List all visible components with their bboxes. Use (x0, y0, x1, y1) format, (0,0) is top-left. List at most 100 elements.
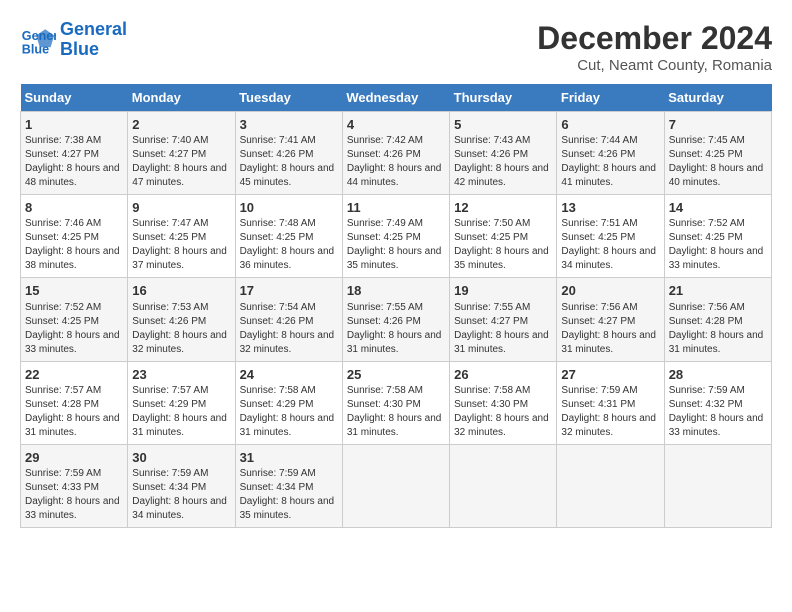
calendar-table: SundayMondayTuesdayWednesdayThursdayFrid… (20, 84, 772, 528)
day-number: 19 (454, 282, 552, 300)
calendar-day-cell: 11Sunrise: 7:49 AMSunset: 4:25 PMDayligh… (342, 195, 449, 278)
calendar-day-cell: 21Sunrise: 7:56 AMSunset: 4:28 PMDayligh… (664, 278, 771, 361)
calendar-day-cell: 23Sunrise: 7:57 AMSunset: 4:29 PMDayligh… (128, 361, 235, 444)
calendar-day-cell: 17Sunrise: 7:54 AMSunset: 4:26 PMDayligh… (235, 278, 342, 361)
calendar-day-cell: 1Sunrise: 7:38 AMSunset: 4:27 PMDaylight… (21, 112, 128, 195)
day-number: 24 (240, 366, 338, 384)
day-number: 21 (669, 282, 767, 300)
day-info: Sunrise: 7:57 AMSunset: 4:28 PMDaylight:… (25, 384, 123, 440)
day-number: 1 (25, 116, 123, 134)
calendar-day-cell: 6Sunrise: 7:44 AMSunset: 4:26 PMDaylight… (557, 112, 664, 195)
day-info: Sunrise: 7:58 AMSunset: 4:29 PMDaylight:… (240, 384, 338, 440)
day-number: 16 (132, 282, 230, 300)
day-info: Sunrise: 7:51 AMSunset: 4:25 PMDaylight:… (561, 217, 659, 273)
logo: General Blue General Blue (20, 20, 127, 60)
day-info: Sunrise: 7:52 AMSunset: 4:25 PMDaylight:… (25, 301, 123, 357)
calendar-day-cell: 20Sunrise: 7:56 AMSunset: 4:27 PMDayligh… (557, 278, 664, 361)
calendar-day-cell: 26Sunrise: 7:58 AMSunset: 4:30 PMDayligh… (450, 361, 557, 444)
calendar-day-header: Thursday (450, 84, 557, 112)
calendar-day-cell: 22Sunrise: 7:57 AMSunset: 4:28 PMDayligh… (21, 361, 128, 444)
calendar-day-cell: 15Sunrise: 7:52 AMSunset: 4:25 PMDayligh… (21, 278, 128, 361)
day-info: Sunrise: 7:59 AMSunset: 4:31 PMDaylight:… (561, 384, 659, 440)
day-number: 4 (347, 116, 445, 134)
calendar-day-cell: 16Sunrise: 7:53 AMSunset: 4:26 PMDayligh… (128, 278, 235, 361)
calendar-day-cell: 12Sunrise: 7:50 AMSunset: 4:25 PMDayligh… (450, 195, 557, 278)
calendar-day-header: Monday (128, 84, 235, 112)
day-info: Sunrise: 7:42 AMSunset: 4:26 PMDaylight:… (347, 134, 445, 190)
month-title: December 2024 (537, 20, 772, 57)
calendar-day-cell: 18Sunrise: 7:55 AMSunset: 4:26 PMDayligh… (342, 278, 449, 361)
day-number: 15 (25, 282, 123, 300)
day-info: Sunrise: 7:52 AMSunset: 4:25 PMDaylight:… (669, 217, 767, 273)
day-info: Sunrise: 7:44 AMSunset: 4:26 PMDaylight:… (561, 134, 659, 190)
calendar-day-cell: 13Sunrise: 7:51 AMSunset: 4:25 PMDayligh… (557, 195, 664, 278)
day-info: Sunrise: 7:59 AMSunset: 4:34 PMDaylight:… (240, 467, 338, 523)
day-number: 25 (347, 366, 445, 384)
calendar-day-header: Sunday (21, 84, 128, 112)
day-number: 22 (25, 366, 123, 384)
day-number: 28 (669, 366, 767, 384)
calendar-day-cell: 31Sunrise: 7:59 AMSunset: 4:34 PMDayligh… (235, 444, 342, 527)
day-info: Sunrise: 7:59 AMSunset: 4:34 PMDaylight:… (132, 467, 230, 523)
day-info: Sunrise: 7:40 AMSunset: 4:27 PMDaylight:… (132, 134, 230, 190)
day-number: 20 (561, 282, 659, 300)
day-info: Sunrise: 7:58 AMSunset: 4:30 PMDaylight:… (347, 384, 445, 440)
day-info: Sunrise: 7:45 AMSunset: 4:25 PMDaylight:… (669, 134, 767, 190)
calendar-week-row: 8Sunrise: 7:46 AMSunset: 4:25 PMDaylight… (21, 195, 772, 278)
day-number: 27 (561, 366, 659, 384)
day-info: Sunrise: 7:59 AMSunset: 4:33 PMDaylight:… (25, 467, 123, 523)
calendar-day-cell: 10Sunrise: 7:48 AMSunset: 4:25 PMDayligh… (235, 195, 342, 278)
calendar-day-cell: 8Sunrise: 7:46 AMSunset: 4:25 PMDaylight… (21, 195, 128, 278)
day-number: 30 (132, 449, 230, 467)
calendar-day-cell: 25Sunrise: 7:58 AMSunset: 4:30 PMDayligh… (342, 361, 449, 444)
day-number: 6 (561, 116, 659, 134)
calendar-day-cell: 14Sunrise: 7:52 AMSunset: 4:25 PMDayligh… (664, 195, 771, 278)
location-subtitle: Cut, Neamt County, Romania (537, 57, 772, 74)
calendar-day-cell: 2Sunrise: 7:40 AMSunset: 4:27 PMDaylight… (128, 112, 235, 195)
calendar-day-cell: 27Sunrise: 7:59 AMSunset: 4:31 PMDayligh… (557, 361, 664, 444)
day-number: 18 (347, 282, 445, 300)
day-info: Sunrise: 7:55 AMSunset: 4:26 PMDaylight:… (347, 301, 445, 357)
calendar-day-header: Friday (557, 84, 664, 112)
day-number: 5 (454, 116, 552, 134)
day-info: Sunrise: 7:53 AMSunset: 4:26 PMDaylight:… (132, 301, 230, 357)
calendar-day-cell: 5Sunrise: 7:43 AMSunset: 4:26 PMDaylight… (450, 112, 557, 195)
day-info: Sunrise: 7:55 AMSunset: 4:27 PMDaylight:… (454, 301, 552, 357)
calendar-day-cell (450, 444, 557, 527)
day-number: 12 (454, 199, 552, 217)
day-number: 23 (132, 366, 230, 384)
calendar-day-cell (557, 444, 664, 527)
calendar-day-cell: 19Sunrise: 7:55 AMSunset: 4:27 PMDayligh… (450, 278, 557, 361)
day-info: Sunrise: 7:57 AMSunset: 4:29 PMDaylight:… (132, 384, 230, 440)
day-number: 9 (132, 199, 230, 217)
title-section: December 2024 Cut, Neamt County, Romania (537, 20, 772, 74)
calendar-day-header: Wednesday (342, 84, 449, 112)
day-number: 13 (561, 199, 659, 217)
day-info: Sunrise: 7:47 AMSunset: 4:25 PMDaylight:… (132, 217, 230, 273)
day-number: 10 (240, 199, 338, 217)
day-number: 3 (240, 116, 338, 134)
day-info: Sunrise: 7:48 AMSunset: 4:25 PMDaylight:… (240, 217, 338, 273)
day-info: Sunrise: 7:43 AMSunset: 4:26 PMDaylight:… (454, 134, 552, 190)
calendar-week-row: 29Sunrise: 7:59 AMSunset: 4:33 PMDayligh… (21, 444, 772, 527)
calendar-day-cell: 28Sunrise: 7:59 AMSunset: 4:32 PMDayligh… (664, 361, 771, 444)
day-info: Sunrise: 7:58 AMSunset: 4:30 PMDaylight:… (454, 384, 552, 440)
day-info: Sunrise: 7:56 AMSunset: 4:28 PMDaylight:… (669, 301, 767, 357)
day-info: Sunrise: 7:41 AMSunset: 4:26 PMDaylight:… (240, 134, 338, 190)
day-info: Sunrise: 7:56 AMSunset: 4:27 PMDaylight:… (561, 301, 659, 357)
calendar-week-row: 1Sunrise: 7:38 AMSunset: 4:27 PMDaylight… (21, 112, 772, 195)
calendar-day-cell: 4Sunrise: 7:42 AMSunset: 4:26 PMDaylight… (342, 112, 449, 195)
day-number: 26 (454, 366, 552, 384)
calendar-day-cell: 30Sunrise: 7:59 AMSunset: 4:34 PMDayligh… (128, 444, 235, 527)
calendar-day-header: Tuesday (235, 84, 342, 112)
calendar-day-cell: 3Sunrise: 7:41 AMSunset: 4:26 PMDaylight… (235, 112, 342, 195)
calendar-week-row: 22Sunrise: 7:57 AMSunset: 4:28 PMDayligh… (21, 361, 772, 444)
day-info: Sunrise: 7:49 AMSunset: 4:25 PMDaylight:… (347, 217, 445, 273)
calendar-day-cell (342, 444, 449, 527)
day-number: 8 (25, 199, 123, 217)
day-number: 29 (25, 449, 123, 467)
day-info: Sunrise: 7:54 AMSunset: 4:26 PMDaylight:… (240, 301, 338, 357)
calendar-header-row: SundayMondayTuesdayWednesdayThursdayFrid… (21, 84, 772, 112)
calendar-day-cell: 29Sunrise: 7:59 AMSunset: 4:33 PMDayligh… (21, 444, 128, 527)
day-number: 11 (347, 199, 445, 217)
